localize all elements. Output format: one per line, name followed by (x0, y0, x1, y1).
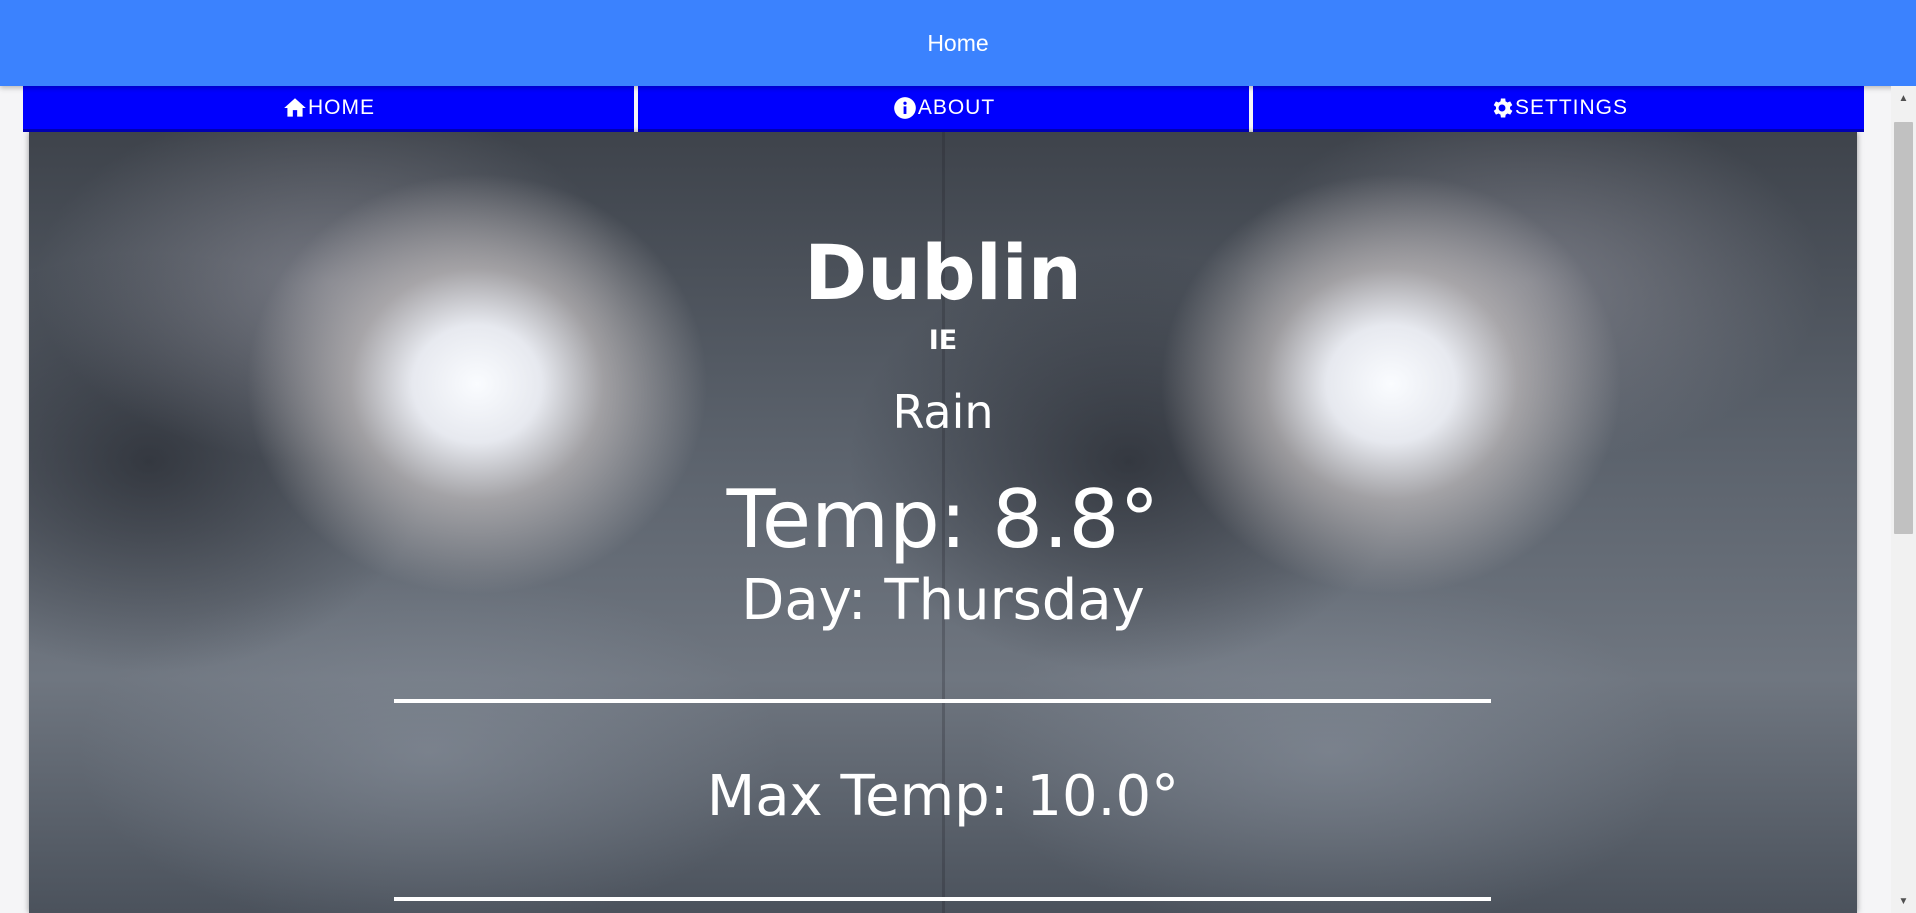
arrow-down-icon[interactable]: ▼ (1891, 891, 1916, 911)
vertical-scrollbar[interactable]: ▲ ▼ (1891, 86, 1916, 913)
nav-bar: HOME ABOUT SETTINGS (23, 86, 1864, 132)
home-icon (282, 95, 308, 121)
arrow-up-icon[interactable]: ▲ (1891, 88, 1916, 108)
city-name: Dublin (804, 228, 1082, 317)
scrollbar-thumb[interactable] (1894, 122, 1913, 534)
nav-item-about-label: ABOUT (917, 95, 996, 119)
nav-item-about[interactable]: ABOUT (638, 86, 1249, 132)
info-icon (892, 95, 918, 121)
day-of-week: Day: Thursday (741, 568, 1145, 633)
app-bar: Home (0, 0, 1916, 86)
country-code: IE (928, 325, 958, 356)
weather-condition: Rain (892, 385, 994, 439)
nav-item-home[interactable]: HOME (23, 86, 634, 132)
nav-item-settings-label: SETTINGS (1514, 95, 1628, 119)
nav-item-settings[interactable]: SETTINGS (1253, 86, 1864, 132)
divider (394, 699, 1491, 703)
current-temperature: Temp: 8.8° (726, 473, 1160, 566)
max-temperature: Max Temp: 10.0° (706, 764, 1180, 829)
divider (394, 897, 1491, 901)
app-bar-title: Home (927, 29, 989, 56)
weather-card: Dublin IE Rain Temp: 8.8° Day: Thursday … (29, 132, 1857, 913)
nav-item-home-label: HOME (308, 95, 375, 119)
gear-icon (1489, 95, 1515, 121)
